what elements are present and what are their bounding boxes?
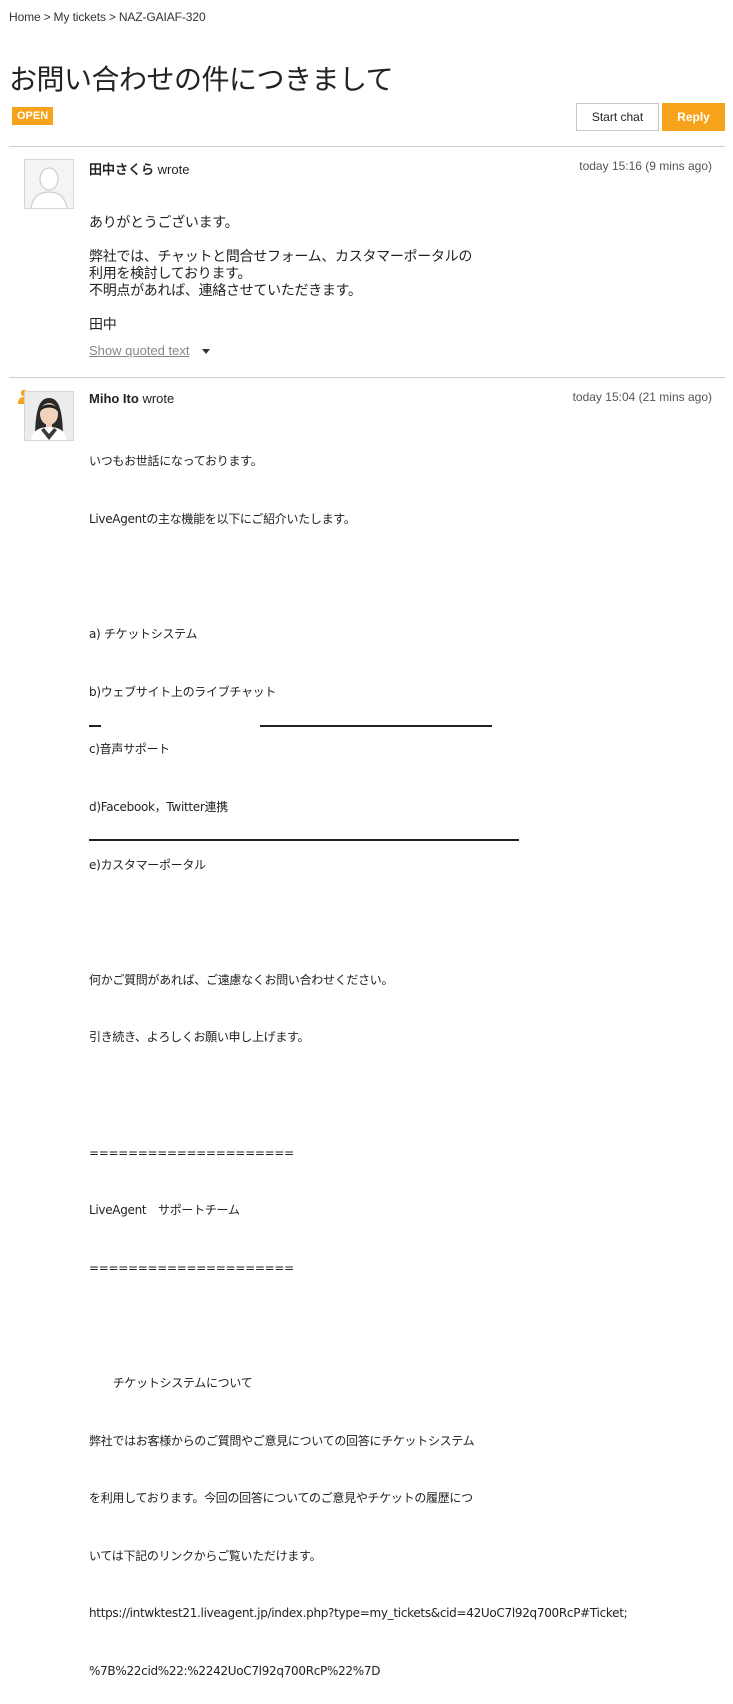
message-author-line: Miho Ito wrote	[89, 391, 174, 406]
message-line: 弊社ではお客様からのご質問やご意見についての回答にチケットシステム	[89, 1433, 475, 1448]
message-line: ありがとうございます。	[89, 215, 239, 231]
header-divider	[9, 146, 725, 147]
breadcrumb-home-link[interactable]: Home	[9, 10, 41, 24]
breadcrumb: Home > My tickets > NAZ-GAIAF-320	[9, 10, 206, 24]
message-line: いつもお世話になっております。	[89, 454, 263, 469]
message-line	[89, 1086, 627, 1105]
message-body: ありがとうございます。弊社では、チャットと問合せフォーム、カスタマーポータルの利…	[89, 181, 472, 368]
ticket-title: お問い合わせの件につきまして	[9, 63, 394, 96]
message-divider	[9, 377, 725, 378]
message-line	[89, 232, 472, 249]
section-rule-right	[260, 725, 492, 727]
status-badge: OPEN	[12, 107, 54, 125]
message-author-line: 田中さくら wrote	[89, 159, 189, 178]
message-body: いつもお世話になっております。 LiveAgentの主な機能を以下にご紹介いたし…	[89, 414, 628, 1704]
default-user-avatar	[24, 159, 74, 209]
section-rule-left	[89, 725, 101, 727]
user-silhouette-icon	[25, 160, 73, 208]
message-line: LiveAgentの主な機能を以下にご紹介いたします。	[89, 512, 356, 526]
breadcrumb-my-tickets-link[interactable]: My tickets	[54, 10, 106, 24]
message-line: %7B%22cid%22:%2242UoC7l92q700RcP%22%7D	[89, 1663, 381, 1678]
message-line: b)ウェブサイト上のライブチャット	[89, 684, 277, 699]
breadcrumb-separator: >	[43, 10, 51, 24]
agent-portrait-icon	[25, 392, 73, 440]
agent-photo-avatar	[24, 391, 74, 441]
message-timestamp: today 15:16 (9 mins ago)	[579, 159, 712, 173]
message-line: 引き続き、よろしくお願い申し上げます。	[89, 1030, 310, 1045]
breadcrumb-ticket-id: NAZ-GAIAF-320	[118, 10, 206, 24]
message-line: c)音声サポート	[89, 742, 170, 757]
message-line: LiveAgent サポートチーム	[89, 1203, 240, 1218]
message-verb: wrote	[142, 391, 175, 406]
message-line: を利用しております。今回の回答についてのご意見やチケットの履歴につ	[89, 1491, 473, 1506]
reply-button[interactable]: Reply	[662, 103, 725, 131]
message-line: 何かご質問があれば、ご遠慮なくお問い合わせください。	[89, 972, 394, 987]
breadcrumb-separator: >	[108, 10, 116, 24]
message-line	[89, 300, 472, 317]
message-line	[89, 913, 627, 932]
message-line: 不明点があれば、連絡させていただきます。	[89, 283, 362, 299]
message-verb: wrote	[157, 162, 190, 177]
message-line: 弊社では、チャットと問合せフォーム、カスタマーポータルの	[89, 249, 473, 265]
message-line	[89, 568, 627, 587]
message-line: 田中	[89, 317, 117, 333]
message-line: いては下記のリンクからご覧いただけます。	[89, 1548, 322, 1563]
message-author: 田中さくら	[89, 162, 155, 177]
message-line: 利用を検討しております。	[89, 266, 252, 282]
message-timestamp: today 15:04 (21 mins ago)	[572, 390, 712, 404]
message-line: e)カスタマーポータル	[89, 857, 206, 872]
message-author: Miho Ito	[89, 391, 139, 406]
message-line: a) チケットシステム	[89, 627, 198, 642]
message-line: =====================	[89, 1145, 294, 1160]
caret-down-icon[interactable]	[202, 349, 210, 354]
message-line: https://intwktest21.liveagent.jp/index.p…	[89, 1606, 628, 1621]
start-chat-button[interactable]: Start chat	[576, 103, 659, 131]
message-line: =====================	[89, 1260, 294, 1275]
message-line: チケットシステムについて	[101, 1375, 253, 1390]
section-rule-bottom	[89, 839, 519, 841]
message-line	[89, 1316, 627, 1335]
message-line: d)Facebook，Twitter連携	[89, 799, 228, 814]
show-quoted-text-link[interactable]: Show quoted text	[89, 343, 189, 358]
